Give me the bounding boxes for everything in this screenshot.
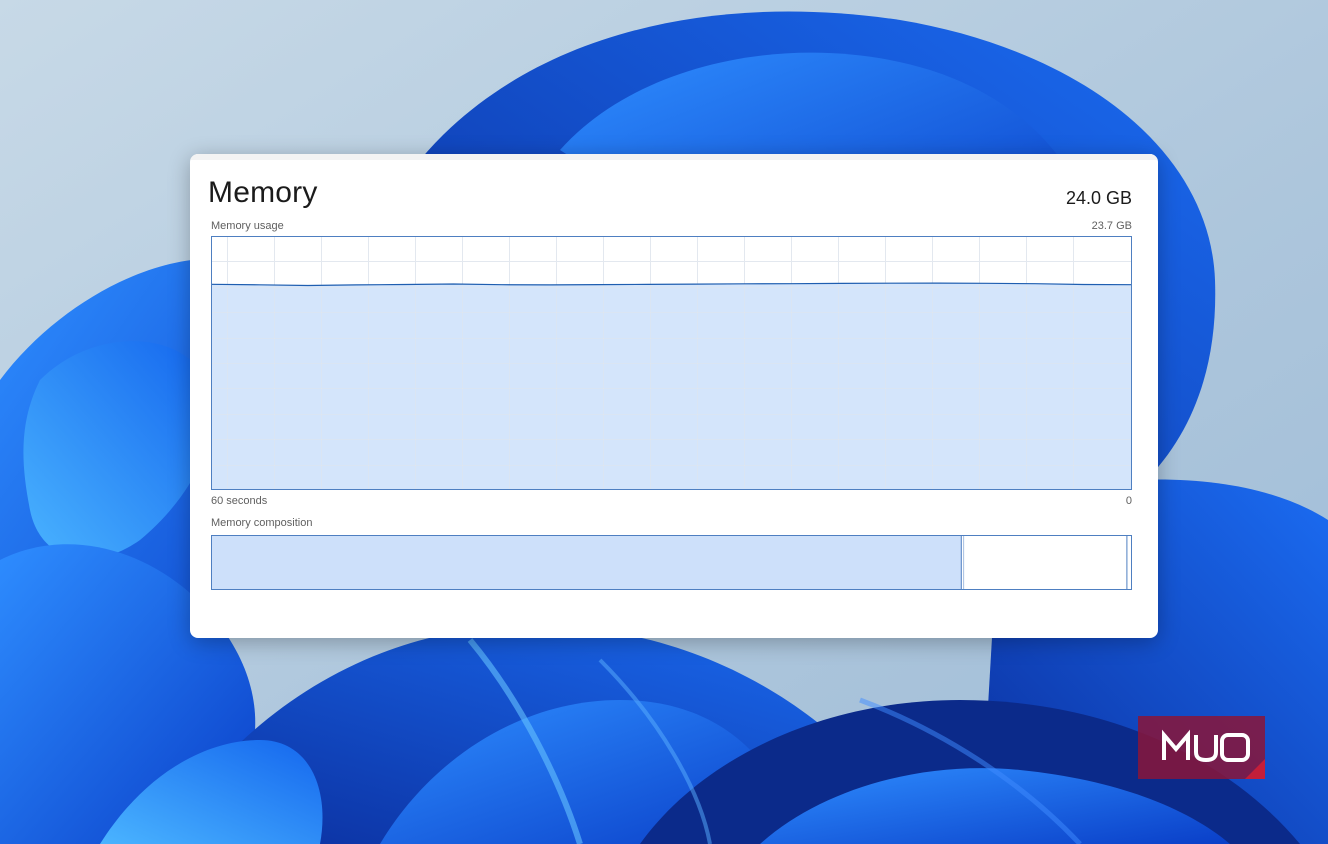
memory-usage-area <box>211 283 1132 490</box>
composition-standby-segment[interactable] <box>964 535 1127 590</box>
memory-panel: Memory 24.0 GB Memory usage 23.7 GB 60 s… <box>190 154 1158 638</box>
memory-usage-graph[interactable] <box>211 236 1132 490</box>
panel-top-divider <box>190 154 1158 160</box>
composition-in-use-segment[interactable] <box>211 535 962 590</box>
graph-axis-right-label: 0 <box>1125 495 1132 507</box>
muo-watermark-logo <box>1138 716 1265 779</box>
memory-composition-bar[interactable] <box>211 535 1132 590</box>
graph-axis-left-label: 60 seconds <box>211 495 268 507</box>
total-memory-value: 24.0 GB <box>1065 188 1132 208</box>
memory-composition-label: Memory composition <box>211 517 313 529</box>
desktop: Memory 24.0 GB Memory usage 23.7 GB 60 s… <box>0 0 1328 844</box>
memory-usage-max-label: 23.7 GB <box>1091 220 1132 232</box>
memory-usage-label: Memory usage <box>211 220 284 232</box>
page-title: Memory <box>208 176 318 209</box>
